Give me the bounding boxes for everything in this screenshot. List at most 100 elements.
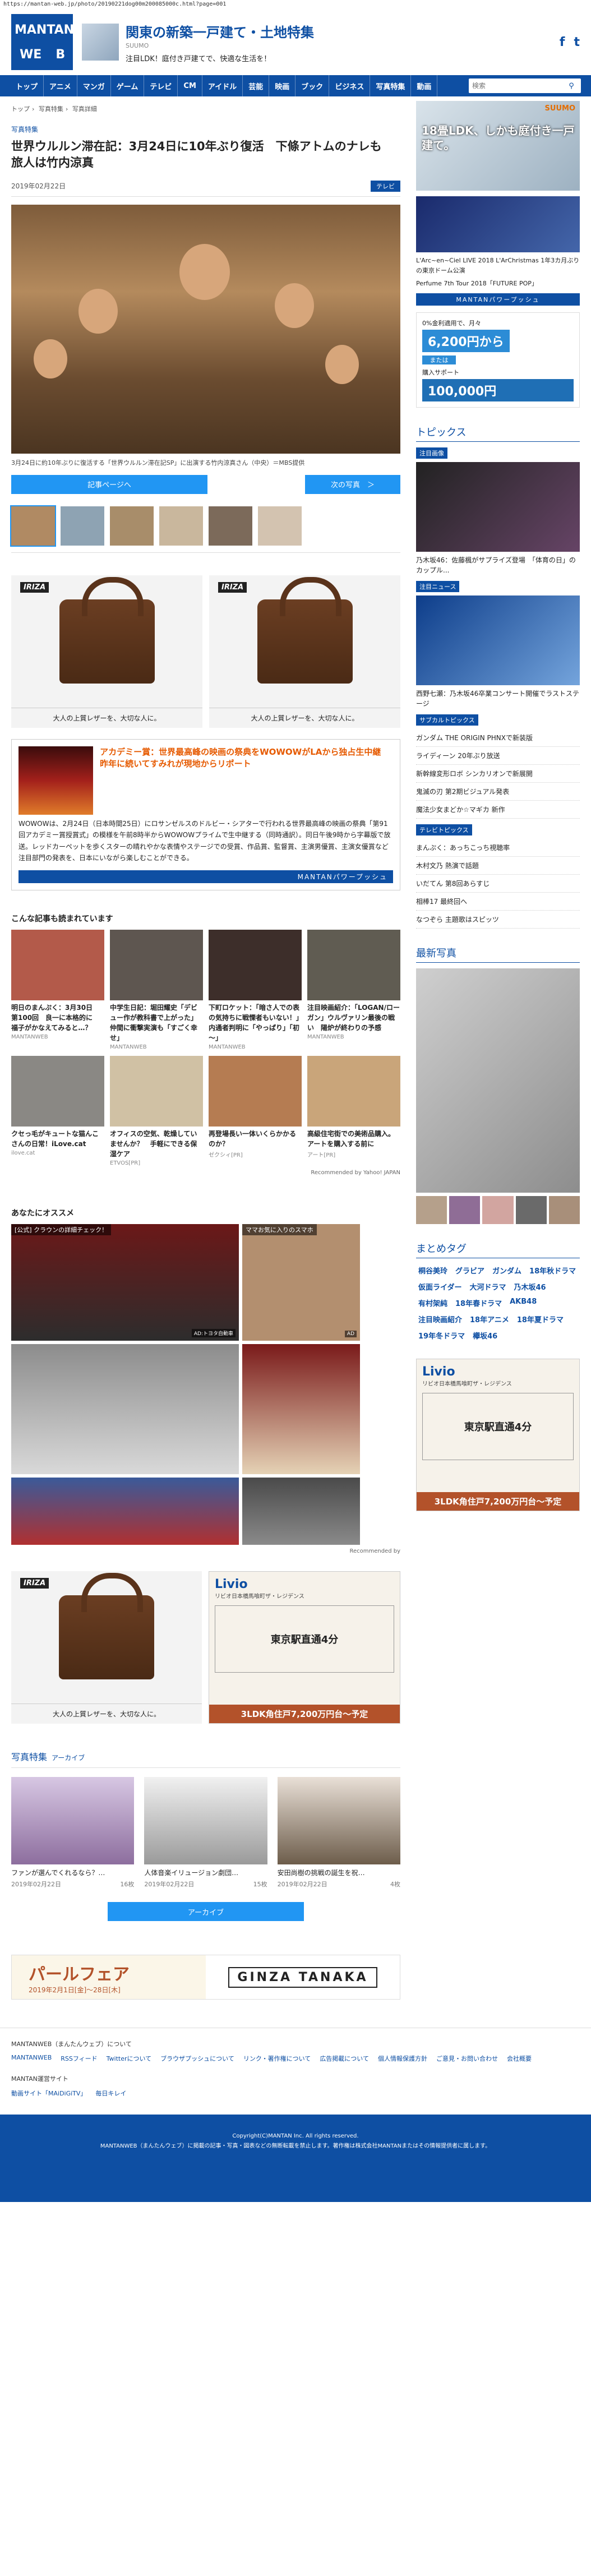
culture-link[interactable]: ライディーン 20年ぶり放送 — [416, 747, 580, 765]
header-ad[interactable]: 関東の新築一戸建て・土地特集 SUUMO 注目LDK！庭付き戸建てで、快適な生活… — [82, 21, 314, 63]
footer-site-link[interactable]: 毎日キレイ — [95, 2089, 126, 2098]
tv-link[interactable]: 相棒17 最終回へ — [416, 893, 580, 911]
topic-image[interactable] — [416, 461, 580, 552]
tag-link[interactable]: AKB48 — [507, 1296, 539, 1309]
osusume-card[interactable]: [公式] クラウンの詳細チェック！ AD:トヨタ自動車 — [11, 1224, 239, 1341]
next-photo-button[interactable]: 次の写真 ＞ — [305, 474, 400, 494]
culture-link[interactable]: 新幹線変形ロボ シンカリオンで新展開 — [416, 765, 580, 783]
topic-text[interactable]: 乃木坂46：佐藤楓がサプライズ登場 「体育の日」のカップル... — [416, 555, 580, 575]
bag-ad[interactable]: IRIZA 大人の上質レザーを、大切な人に。 — [11, 575, 202, 728]
side-ad[interactable]: SUUMO 18畳LDK、しかも庭付き一戸建て。 — [416, 101, 580, 191]
tag-link[interactable]: ガンダム — [490, 1264, 524, 1277]
article-page-button[interactable]: 記事ページへ — [11, 474, 207, 494]
livio-side-ad[interactable]: Livio リビオ日本橋馬喰町ザ・レジデンス 東京駅直通4分 3LDK角住戸7,… — [416, 1358, 580, 1511]
tag-link[interactable]: 有村架純 — [416, 1296, 450, 1309]
main-photo[interactable] — [11, 204, 400, 454]
footer-link[interactable]: MANTANWEB — [11, 2054, 52, 2063]
recommend-card[interactable]: 中学生日記：堀田耀史「デビュー作が教科書で上がった」 仲間に衝撃実演も「すごく幸… — [110, 930, 203, 1050]
twitter-icon[interactable]: t — [574, 35, 580, 49]
recommend-card[interactable]: オフィスの空気、乾燥していませんか？ 手軽にできる保湿ケア ETVOS[PR] — [110, 1056, 203, 1166]
footer-link[interactable]: 個人情報保護方針 — [378, 2054, 427, 2063]
osusume-recommended-by[interactable]: Recommended by — [11, 1548, 400, 1554]
search-icon[interactable]: ⚲ — [564, 82, 579, 90]
nav-item-manga[interactable]: マンガ — [77, 75, 111, 96]
nav-item-book[interactable]: ブック — [296, 75, 330, 96]
recommend-card[interactable]: クセっ毛がキュートな猫んこさんの日常！iLove.cat ilove.cat — [11, 1056, 104, 1166]
photo-thumbnail[interactable] — [110, 506, 154, 546]
tag-link[interactable]: 仮面ライダー — [416, 1280, 464, 1293]
recommend-card[interactable]: 再登場長い一体いくらかかるのか？ ゼクシィ[PR] — [209, 1056, 302, 1166]
photo-thumbnail[interactable] — [258, 506, 302, 546]
nav-item-movie[interactable]: 映画 — [269, 75, 296, 96]
photo-thumbnail[interactable] — [209, 506, 252, 546]
tag-link[interactable]: 桐谷美玲 — [416, 1264, 450, 1277]
osusume-card[interactable] — [11, 1344, 239, 1475]
side-pr[interactable]: L'Arc~en~Ciel LIVE 2018 L'ArChristmas 1年… — [416, 196, 580, 306]
tv-link[interactable]: まんぷく：あっちこっち視聴率 — [416, 839, 580, 857]
footer-site-link[interactable]: 動画サイト「MAiDiGiTV」 — [11, 2089, 86, 2098]
tag-link[interactable]: 欅坂46 — [470, 1329, 500, 1342]
latest-photo[interactable] — [416, 968, 580, 1193]
nav-item-idol[interactable]: アイドル — [202, 75, 243, 96]
photo-thumbnail[interactable] — [61, 506, 104, 546]
recommend-card[interactable]: 明日のまんぷく：3月30日 第100回 良一に本格的に 福子がかなえてみると…？… — [11, 930, 104, 1050]
photo-thumbnail[interactable] — [482, 1195, 514, 1224]
bag-ad[interactable]: IRIZA 大人の上質レザーを、大切な人に。 — [11, 1571, 202, 1724]
power-push-promo[interactable]: アカデミー賞：世界最高峰の映画の祭典をWOWOWがLAから独占生中継 昨年に続い… — [11, 738, 400, 891]
nav-item-top[interactable]: トップ — [10, 75, 44, 96]
footer-link[interactable]: リンク・著作権について — [243, 2054, 311, 2063]
topic-text[interactable]: 西野七瀬：乃木坂46卒業コンサート開催でラストステージ — [416, 689, 580, 709]
osusume-card[interactable] — [11, 1478, 239, 1545]
recommend-card[interactable]: 下町ロケット：「暗さ人での表の気持ちに戦慄者もいない！」 内通者判明に「やっぱり… — [209, 930, 306, 1050]
archive-card[interactable]: 安田尚樹の挑戦の誕生を祝… 2019年02月22日 4枚 — [277, 1777, 400, 1889]
category-tag[interactable]: テレビ — [371, 180, 400, 192]
topic-image[interactable] — [416, 595, 580, 685]
nav-item-video[interactable]: 動画 — [411, 75, 438, 96]
footer-about[interactable]: MANTANWEB（まんたんウェブ）について — [11, 2039, 580, 2048]
osusume-card[interactable]: ママお気に入りのスマホ AD — [242, 1224, 360, 1341]
nav-item-anime[interactable]: アニメ — [44, 75, 77, 96]
nav-item-business[interactable]: ビジネス — [329, 75, 371, 96]
footer-link[interactable]: 会社概要 — [507, 2054, 532, 2063]
nav-item-game[interactable]: ゲーム — [111, 75, 145, 96]
culture-link[interactable]: ガンダム THE ORIGIN PHNXで新装版 — [416, 729, 580, 747]
facebook-icon[interactable]: f — [560, 35, 565, 49]
nav-item-photo[interactable]: 写真特集 — [370, 75, 412, 96]
tv-link[interactable]: いだてん 第8回あらすじ — [416, 875, 580, 893]
photo-thumbnail[interactable] — [416, 1195, 447, 1224]
nav-item-geino[interactable]: 芸能 — [243, 75, 270, 96]
footer-link[interactable]: 広告掲載について — [320, 2054, 369, 2063]
photo-thumbnail[interactable] — [515, 1195, 547, 1224]
recommend-card[interactable]: 注目映画紹介：「LOGAN/ローガン」ウルヴァリン最後の戦い 陽炉が終わりの予感… — [307, 930, 400, 1050]
tag-link[interactable]: 18年アニメ — [468, 1313, 511, 1326]
culture-link[interactable]: 魔法少女まどか☆マギカ 新作 — [416, 801, 580, 819]
site-logo[interactable]: MAN TAN WE B — [11, 14, 74, 70]
photo-thumbnail[interactable] — [548, 1195, 580, 1224]
tag-link[interactable]: グラビア — [453, 1264, 487, 1277]
footer-link[interactable]: RSSフィード — [61, 2054, 97, 2063]
footer-link[interactable]: ブラウザプッシュについて — [160, 2054, 234, 2063]
peugeot-ad[interactable]: 0%金利適用で、月々 6,200円から または 購入サポート 100,000円 — [416, 312, 580, 408]
photo-thumbnail[interactable] — [449, 1195, 481, 1224]
photo-thumbnail[interactable] — [159, 506, 203, 546]
archive-card[interactable]: 人体音楽イリュージョン劇団… 2019年02月22日 15枚 — [144, 1777, 267, 1889]
tag-link[interactable]: 注目映画紹介 — [416, 1313, 464, 1326]
footer-link[interactable]: Twitterについて — [107, 2054, 152, 2063]
footer-link[interactable]: ご意見・お問い合わせ — [436, 2054, 498, 2063]
browser-url[interactable]: https://mantan-web.jp/photo/20190221dog0… — [0, 0, 591, 9]
nav-item-cm[interactable]: CM — [178, 75, 202, 96]
bag-ad[interactable]: IRIZA 大人の上質レザーを、大切な人に。 — [209, 575, 400, 728]
tag-link[interactable]: 乃木坂46 — [512, 1280, 548, 1293]
search-input[interactable] — [469, 79, 564, 93]
tv-link[interactable]: 木村文乃 熱演で話題 — [416, 857, 580, 875]
tag-link[interactable]: 18年春ドラマ — [453, 1296, 504, 1309]
photo-thumbnail[interactable] — [10, 505, 56, 547]
breadcrumb-top[interactable]: トップ — [11, 105, 30, 113]
culture-link[interactable]: 鬼滅の刃 第2期ビジュアル発表 — [416, 783, 580, 801]
tag-link[interactable]: 18年秋ドラマ — [527, 1264, 578, 1277]
osusume-card[interactable] — [242, 1478, 360, 1545]
recommend-card[interactable]: 高級住宅街での美術品購入。アートを購入する前に アート[PR] — [307, 1056, 400, 1166]
tag-link[interactable]: 18年夏ドラマ — [515, 1313, 566, 1326]
tag-link[interactable]: 19年冬ドラマ — [416, 1329, 467, 1342]
tag-link[interactable]: 大河ドラマ — [467, 1280, 508, 1293]
